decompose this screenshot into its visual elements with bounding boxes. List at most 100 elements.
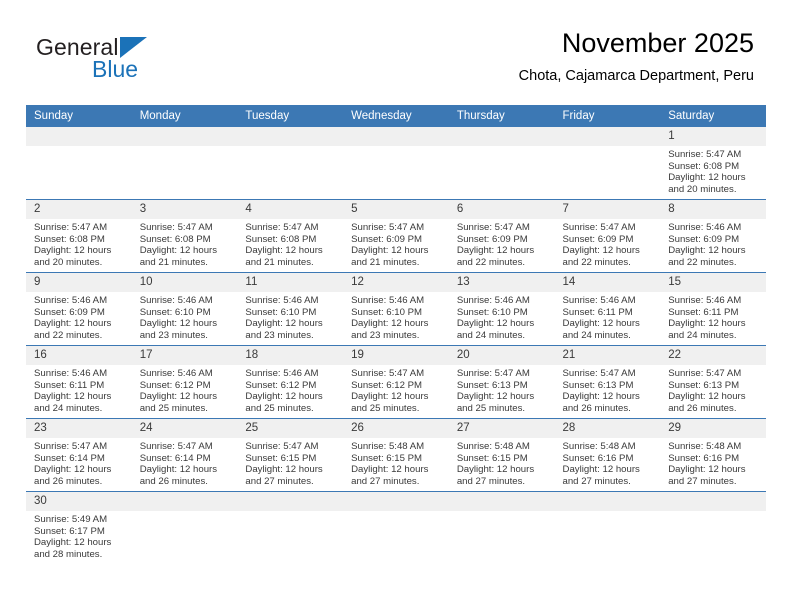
calendar-day-cell[interactable]: 23 Sunrise: 5:47 AM Sunset: 6:14 PM Dayligh… <box>26 418 132 492</box>
day-detail-line: Sunrise: 5:46 AM <box>668 295 742 306</box>
day-number: 1 <box>660 127 766 146</box>
day-detail-line: Sunrise: 5:48 AM <box>351 441 425 452</box>
brand-name-blue: Blue <box>92 56 139 82</box>
day-detail-line: Sunset: 6:10 PM <box>351 306 423 318</box>
day-detail-line: Daylight: 12 hours <box>668 318 746 330</box>
day-detail-line: Sunrise: 5:46 AM <box>139 295 213 306</box>
day-detail-line: and 22 minutes. <box>34 329 103 341</box>
day-detail-line: Sunrise: 5:47 AM <box>562 222 636 233</box>
calendar-empty-cell <box>554 127 661 200</box>
calendar-day-cell[interactable]: 4 Sunrise: 5:47 AM Sunset: 6:08 PM Daylight… <box>237 199 344 273</box>
page-title: November 2025 <box>561 28 754 58</box>
calendar-day-cell[interactable]: 16 Sunrise: 5:46 AM Sunset: 6:11 PM Dayligh… <box>26 345 132 419</box>
calendar-day-cell[interactable]: 3 Sunrise: 5:47 AM Sunset: 6:08 PM Daylight… <box>131 199 238 273</box>
calendar-day-cell[interactable]: 20 Sunrise: 5:47 AM Sunset: 6:13 PM Dayligh… <box>448 345 555 419</box>
day-detail-line: Sunset: 6:13 PM <box>562 379 634 391</box>
day-number: 5 <box>343 200 449 219</box>
brand-logo[interactable]: General Blue <box>36 34 226 94</box>
calendar-day-cell[interactable]: 19 Sunrise: 5:47 AM Sunset: 6:12 PM Dayligh… <box>343 345 449 419</box>
day-detail-line: Daylight: 12 hours <box>456 318 535 330</box>
day-number: 23 <box>26 419 132 438</box>
calendar-empty-cell <box>237 492 344 565</box>
calendar-day-cell[interactable]: 1 Sunrise: 5:47 AM Sunset: 6:08 PM Daylight… <box>660 127 766 200</box>
day-details: Sunrise: 5:47 AM Sunset: 6:14 PM Daylight:… <box>132 438 238 487</box>
calendar-empty-cell <box>554 492 661 565</box>
calendar-empty-cell <box>131 492 238 565</box>
day-detail-line: Sunrise: 5:46 AM <box>456 295 530 306</box>
day-number: 7 <box>554 200 661 219</box>
day-number: 20 <box>448 346 555 365</box>
calendar-day-cell[interactable]: 12 Sunrise: 5:46 AM Sunset: 6:10 PM Dayligh… <box>343 272 449 346</box>
day-number: 15 <box>660 273 766 292</box>
day-number <box>554 127 661 146</box>
day-details: Sunrise: 5:47 AM Sunset: 6:15 PM Daylight:… <box>237 438 343 487</box>
calendar-day-cell[interactable]: 22 Sunrise: 5:47 AM Sunset: 6:13 PM Dayligh… <box>660 345 766 419</box>
day-detail-line: Sunrise: 5:47 AM <box>456 368 530 379</box>
calendar-day-cell[interactable]: 21 Sunrise: 5:47 AM Sunset: 6:13 PM Dayligh… <box>554 345 661 419</box>
weekday-header-sunday: Sunday <box>26 105 132 127</box>
calendar-day-cell[interactable]: 11 Sunrise: 5:46 AM Sunset: 6:10 PM Dayligh… <box>237 272 344 346</box>
calendar-day-cell[interactable]: 5 Sunrise: 5:47 AM Sunset: 6:09 PM Daylight… <box>343 199 449 273</box>
weekday-header-monday: Monday <box>131 105 238 127</box>
day-detail-line: Daylight: 12 hours <box>245 464 323 476</box>
day-detail-line: Sunrise: 5:46 AM <box>245 295 319 306</box>
calendar-empty-cell <box>131 127 238 200</box>
day-number: 6 <box>448 200 555 219</box>
calendar-day-cell[interactable]: 26 Sunrise: 5:48 AM Sunset: 6:15 PM Dayligh… <box>343 418 449 492</box>
day-detail-line: Daylight: 12 hours <box>562 391 640 403</box>
day-detail-line: and 25 minutes. <box>456 402 526 414</box>
day-details: Sunrise: 5:46 AM Sunset: 6:11 PM Daylight:… <box>555 292 661 341</box>
day-detail-line: Daylight: 12 hours <box>562 318 640 330</box>
day-detail-line: Sunrise: 5:46 AM <box>245 368 319 379</box>
day-detail-line: Daylight: 12 hours <box>34 391 112 403</box>
day-detail-line: Sunrise: 5:47 AM <box>351 368 425 379</box>
weekday-header-tuesday: Tuesday <box>237 105 344 127</box>
day-number <box>660 492 766 511</box>
day-detail-line: Sunset: 6:16 PM <box>562 452 634 464</box>
day-detail-line: Sunset: 6:09 PM <box>351 233 423 245</box>
calendar-day-cell[interactable]: 7 Sunrise: 5:47 AM Sunset: 6:09 PM Daylight… <box>554 199 661 273</box>
calendar-day-cell[interactable]: 14 Sunrise: 5:46 AM Sunset: 6:11 PM Dayligh… <box>554 272 661 346</box>
calendar-empty-cell <box>343 127 449 200</box>
calendar-grid: Sunday Monday Tuesday Wednesday Thursday Frid… <box>26 105 766 564</box>
day-details: Sunrise: 5:47 AM Sunset: 6:13 PM Daylight:… <box>449 365 555 414</box>
day-detail-line: Daylight: 12 hours <box>34 245 112 257</box>
calendar-day-cell[interactable]: 17 Sunrise: 5:46 AM Sunset: 6:12 PM Dayligh… <box>131 345 238 419</box>
day-detail-line: Sunset: 6:09 PM <box>668 233 740 245</box>
day-details: Sunrise: 5:47 AM Sunset: 6:08 PM Daylight:… <box>237 219 343 268</box>
day-number: 21 <box>554 346 661 365</box>
calendar-day-cell[interactable]: 24 Sunrise: 5:47 AM Sunset: 6:14 PM Dayligh… <box>131 418 238 492</box>
day-detail-line: Sunset: 6:13 PM <box>668 379 740 391</box>
day-detail-line: Sunrise: 5:49 AM <box>34 514 108 525</box>
calendar-day-cell[interactable]: 9 Sunrise: 5:46 AM Sunset: 6:09 PM Daylight… <box>26 272 132 346</box>
day-number: 10 <box>131 273 238 292</box>
calendar-day-cell[interactable]: 30 Sunrise: 5:49 AM Sunset: 6:17 PM Dayligh… <box>26 492 132 565</box>
calendar-day-cell[interactable]: 18 Sunrise: 5:46 AM Sunset: 6:12 PM Dayligh… <box>237 345 344 419</box>
calendar-day-cell[interactable]: 25 Sunrise: 5:47 AM Sunset: 6:15 PM Dayligh… <box>237 418 344 492</box>
day-number: 30 <box>26 492 132 511</box>
day-detail-line: Sunset: 6:08 PM <box>139 233 211 245</box>
day-detail-line: and 21 minutes. <box>139 256 208 268</box>
day-detail-line: Sunset: 6:08 PM <box>668 160 740 172</box>
calendar-day-cell[interactable]: 10 Sunrise: 5:46 AM Sunset: 6:10 PM Dayligh… <box>131 272 238 346</box>
calendar-day-cell[interactable]: 27 Sunrise: 5:48 AM Sunset: 6:15 PM Dayligh… <box>448 418 555 492</box>
day-detail-line: Sunrise: 5:47 AM <box>562 368 636 379</box>
calendar-day-cell[interactable]: 8 Sunrise: 5:46 AM Sunset: 6:09 PM Daylight… <box>660 199 766 273</box>
calendar-day-cell[interactable]: 2 Sunrise: 5:47 AM Sunset: 6:08 PM Daylight… <box>26 199 132 273</box>
day-number <box>343 492 449 511</box>
calendar-day-cell[interactable]: 13 Sunrise: 5:46 AM Sunset: 6:10 PM Dayligh… <box>448 272 555 346</box>
day-detail-line: Daylight: 12 hours <box>668 391 746 403</box>
day-detail-line: Daylight: 12 hours <box>668 464 746 476</box>
day-details: Sunrise: 5:46 AM Sunset: 6:12 PM Daylight:… <box>237 365 343 414</box>
calendar-day-cell[interactable]: 29 Sunrise: 5:48 AM Sunset: 6:16 PM Dayligh… <box>660 418 766 492</box>
calendar-day-cell[interactable]: 28 Sunrise: 5:48 AM Sunset: 6:16 PM Dayligh… <box>554 418 661 492</box>
day-details: Sunrise: 5:49 AM Sunset: 6:17 PM Daylight:… <box>26 511 132 560</box>
day-detail-line: Daylight: 12 hours <box>562 245 640 257</box>
calendar-week-row: 16 Sunrise: 5:46 AM Sunset: 6:11 PM Dayligh… <box>26 345 766 419</box>
calendar-empty-cell <box>343 492 449 565</box>
day-details: Sunrise: 5:46 AM Sunset: 6:10 PM Daylight:… <box>449 292 555 341</box>
calendar-day-cell[interactable]: 6 Sunrise: 5:47 AM Sunset: 6:09 PM Daylight… <box>448 199 555 273</box>
calendar-body: 1 Sunrise: 5:47 AM Sunset: 6:08 PM Daylight… <box>26 127 766 564</box>
day-number <box>131 127 238 146</box>
calendar-day-cell[interactable]: 15 Sunrise: 5:46 AM Sunset: 6:11 PM Dayligh… <box>660 272 766 346</box>
